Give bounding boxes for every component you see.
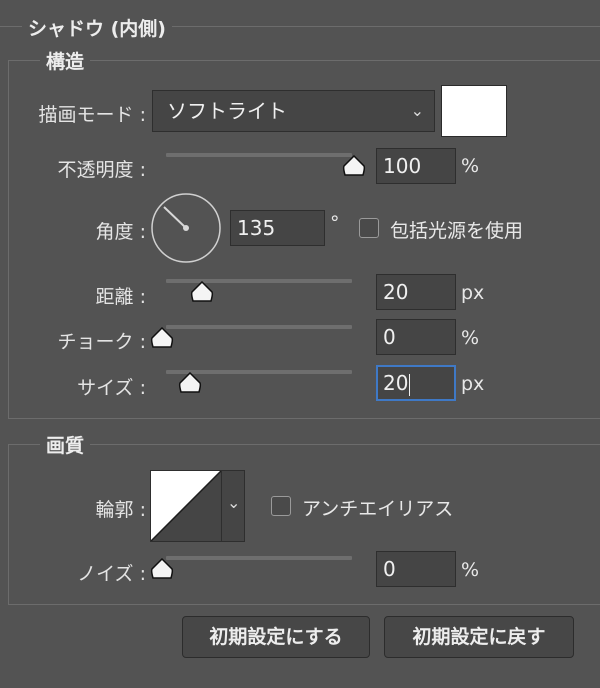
distance-unit: px xyxy=(461,282,485,304)
distance-label: 距離 : xyxy=(95,286,146,308)
noise-slider-track[interactable] xyxy=(166,556,352,560)
shadow-color-swatch[interactable] xyxy=(441,85,507,137)
angle-input[interactable]: 135 xyxy=(230,210,325,246)
noise-slider-thumb[interactable] xyxy=(150,558,174,580)
angle-unit: ° xyxy=(330,212,340,234)
quality-title: 画質 xyxy=(40,431,91,458)
angle-label: 角度 : xyxy=(95,221,146,243)
structure-title: 構造 xyxy=(40,47,91,74)
chevron-down-icon: ⌄ xyxy=(410,101,424,120)
size-label: サイズ : xyxy=(77,377,146,399)
contour-preview[interactable] xyxy=(151,471,221,541)
opacity-input[interactable]: 100 xyxy=(376,148,456,184)
noise-label: ノイズ : xyxy=(77,563,146,585)
global-light-checkbox[interactable] xyxy=(359,218,379,238)
choke-input[interactable]: 0 xyxy=(376,319,456,355)
text-caret xyxy=(409,373,411,396)
distance-input[interactable]: 20 xyxy=(376,274,456,310)
panel-title: シャドウ (内側) xyxy=(22,14,172,41)
contour-label: 輪郭 : xyxy=(95,499,146,521)
opacity-label: 不透明度 : xyxy=(57,159,146,181)
opacity-slider-track[interactable] xyxy=(166,153,352,157)
size-input[interactable]: 20 xyxy=(376,365,456,401)
global-light-label: 包括光源を使用 xyxy=(390,220,524,242)
choke-slider-thumb[interactable] xyxy=(150,327,174,349)
choke-label: チョーク : xyxy=(57,331,146,353)
make-default-button[interactable]: 初期設定にする xyxy=(182,616,370,658)
chevron-down-icon: ⌄ xyxy=(227,493,241,512)
contour-picker[interactable]: ⌄ xyxy=(150,470,245,542)
noise-unit: % xyxy=(461,559,480,581)
size-slider-thumb[interactable] xyxy=(178,372,202,394)
reset-default-button[interactable]: 初期設定に戻す xyxy=(384,616,574,658)
blend-mode-label: 描画モード : xyxy=(38,104,146,126)
opacity-unit: % xyxy=(461,155,480,177)
anti-alias-checkbox[interactable] xyxy=(271,496,291,516)
distance-slider-thumb[interactable] xyxy=(190,281,214,303)
size-input-value: 20 xyxy=(383,371,409,395)
choke-unit: % xyxy=(461,327,480,349)
angle-dial[interactable] xyxy=(150,192,222,264)
opacity-slider-thumb[interactable] xyxy=(342,155,366,177)
size-unit: px xyxy=(461,373,485,395)
noise-input[interactable]: 0 xyxy=(376,551,456,587)
anti-alias-label: アンチエイリアス xyxy=(302,498,454,520)
blend-mode-value: ソフトライト xyxy=(167,99,287,123)
blend-mode-select[interactable]: ソフトライト ⌄ xyxy=(152,90,435,132)
choke-slider-track[interactable] xyxy=(166,325,352,329)
